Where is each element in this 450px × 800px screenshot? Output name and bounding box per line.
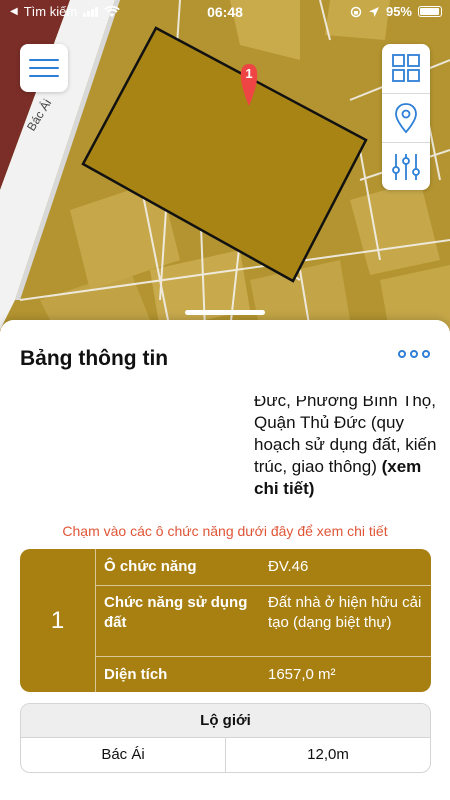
road-width-header: Lộ giới — [21, 704, 430, 738]
zone-code-value: ĐV.46 — [268, 558, 309, 575]
status-bar: ◀ Tìm kiếm 06:48 95% — [0, 0, 450, 24]
battery-icon — [418, 6, 442, 17]
menu-icon — [29, 59, 59, 61]
more-options-button[interactable] — [398, 350, 430, 358]
hint-text: Chạm vào các ô chức năng dưới đây để xem… — [62, 523, 388, 539]
layers-button[interactable] — [382, 44, 430, 92]
zone-row-area[interactable]: Diện tích 1657,0 m² — [96, 656, 431, 692]
grid-icon — [392, 54, 420, 82]
landuse-label: Chức năng sử dụng đất — [104, 594, 248, 631]
sheet-grabber[interactable] — [185, 310, 265, 315]
filter-button[interactable] — [382, 142, 430, 190]
road-row[interactable]: Bác Ái 12,0m — [21, 738, 430, 772]
road-name: Bác Ái — [101, 746, 145, 763]
zone-row-code[interactable]: Ô chức năng ĐV.46 — [96, 549, 431, 585]
sheet-header: Bảng thông tin — [0, 320, 450, 396]
address-text: Đức, Phường Bình Thọ, Quận Thủ Đức (quy … — [254, 390, 440, 500]
orientation-lock-icon — [350, 6, 362, 17]
sliders-icon — [392, 153, 420, 180]
sheet-title: Bảng thông tin — [20, 347, 169, 370]
locate-button[interactable] — [382, 93, 430, 141]
landuse-value: Đất nhà ở hiện hữu cải tạo (dạng biệt th… — [268, 594, 422, 631]
zone-card[interactable]: 1 Ô chức năng ĐV.46 Chức năng sử dụng đấ… — [20, 549, 431, 692]
battery-percent: 95% — [385, 4, 412, 19]
road-width-card[interactable]: Lộ giới Bác Ái 12,0m — [20, 703, 431, 773]
area-label: Diện tích — [104, 666, 168, 683]
pin-number: 1 — [245, 66, 253, 81]
menu-button[interactable] — [20, 44, 68, 92]
road-width-value: 12,0m — [225, 738, 430, 772]
zone-row-landuse[interactable]: Chức năng sử dụng đất Đất nhà ở hiện hữu… — [96, 585, 431, 656]
zone-number: 1 — [20, 549, 96, 692]
map-tools — [382, 44, 430, 190]
more-icon — [398, 350, 406, 358]
area-value: 1657,0 m² — [268, 666, 336, 683]
location-arrow-icon — [368, 6, 379, 17]
zone-code-label: Ô chức năng — [104, 558, 197, 575]
info-sheet[interactable]: Đức, Phường Bình Thọ, Quận Thủ Đức (quy … — [0, 310, 450, 800]
location-pin-icon — [395, 102, 417, 133]
